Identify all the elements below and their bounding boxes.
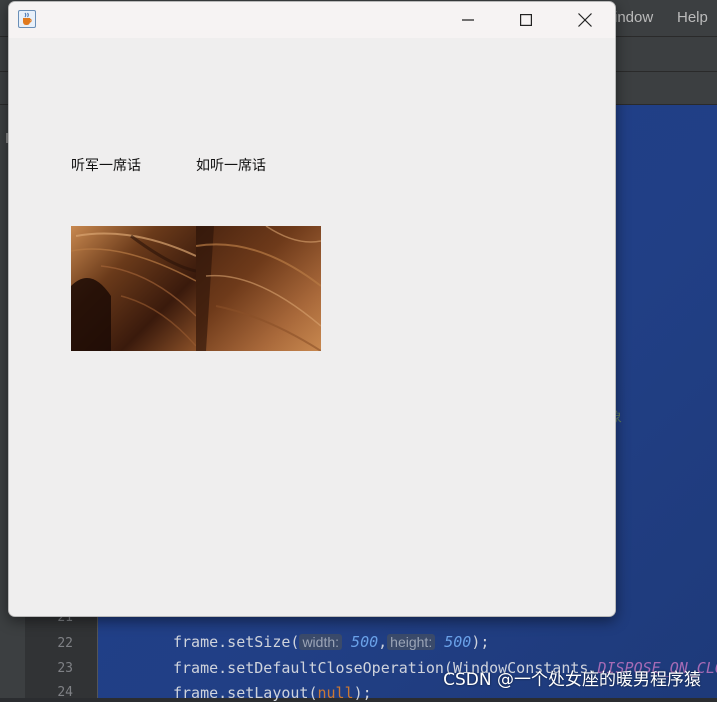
menu-help[interactable]: Help: [677, 9, 708, 26]
close-button[interactable]: [556, 2, 614, 38]
param-hint-width: width:: [299, 634, 343, 650]
line-number: 22: [57, 636, 73, 651]
maximize-button[interactable]: [497, 2, 555, 38]
label-1: 听军一席话: [71, 158, 141, 174]
csdn-watermark: CSDN @一个处女座的暖男程序猿: [443, 670, 701, 690]
code-line-24: frame.setLayout(null);: [173, 684, 372, 702]
java-frame-window: 听军一席话 如听一席话: [8, 1, 616, 617]
minimize-button[interactable]: [439, 2, 497, 38]
java-cup-icon[interactable]: [18, 10, 36, 28]
param-hint-height: height:: [387, 634, 436, 650]
close-icon: [578, 13, 592, 27]
hair-image-2: [196, 226, 321, 351]
menu-window[interactable]: indow: [614, 9, 653, 26]
line-number: 23: [57, 661, 73, 676]
frame-content-pane: 听军一席话 如听一席话: [9, 38, 615, 616]
minimize-icon: [462, 19, 474, 21]
code-line-22: frame.setSize(width: 500, height: 500);: [173, 633, 490, 651]
maximize-icon: [520, 14, 532, 26]
hair-image-1: [71, 226, 196, 351]
title-bar[interactable]: [9, 2, 615, 38]
label-2: 如听一席话: [196, 158, 266, 174]
